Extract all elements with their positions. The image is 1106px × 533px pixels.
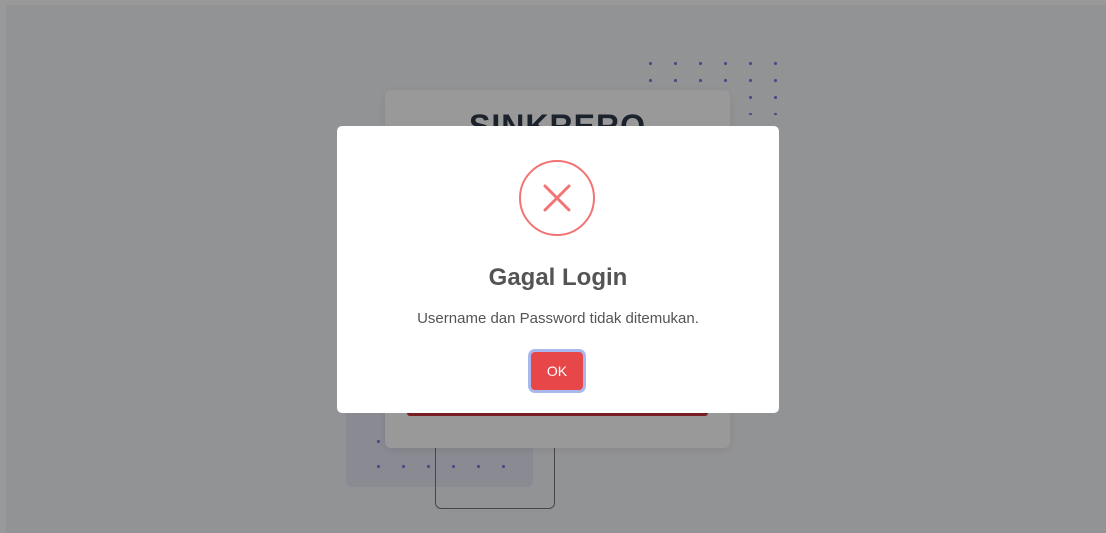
error-dialog: Gagal Login Username dan Password tidak … — [337, 126, 779, 413]
error-x-icon — [519, 160, 595, 236]
dialog-title: Gagal Login — [488, 264, 628, 291]
ok-button[interactable]: OK — [531, 352, 583, 390]
close-x-icon — [543, 184, 571, 212]
dialog-message: Username dan Password tidak ditemukan. — [417, 310, 699, 327]
